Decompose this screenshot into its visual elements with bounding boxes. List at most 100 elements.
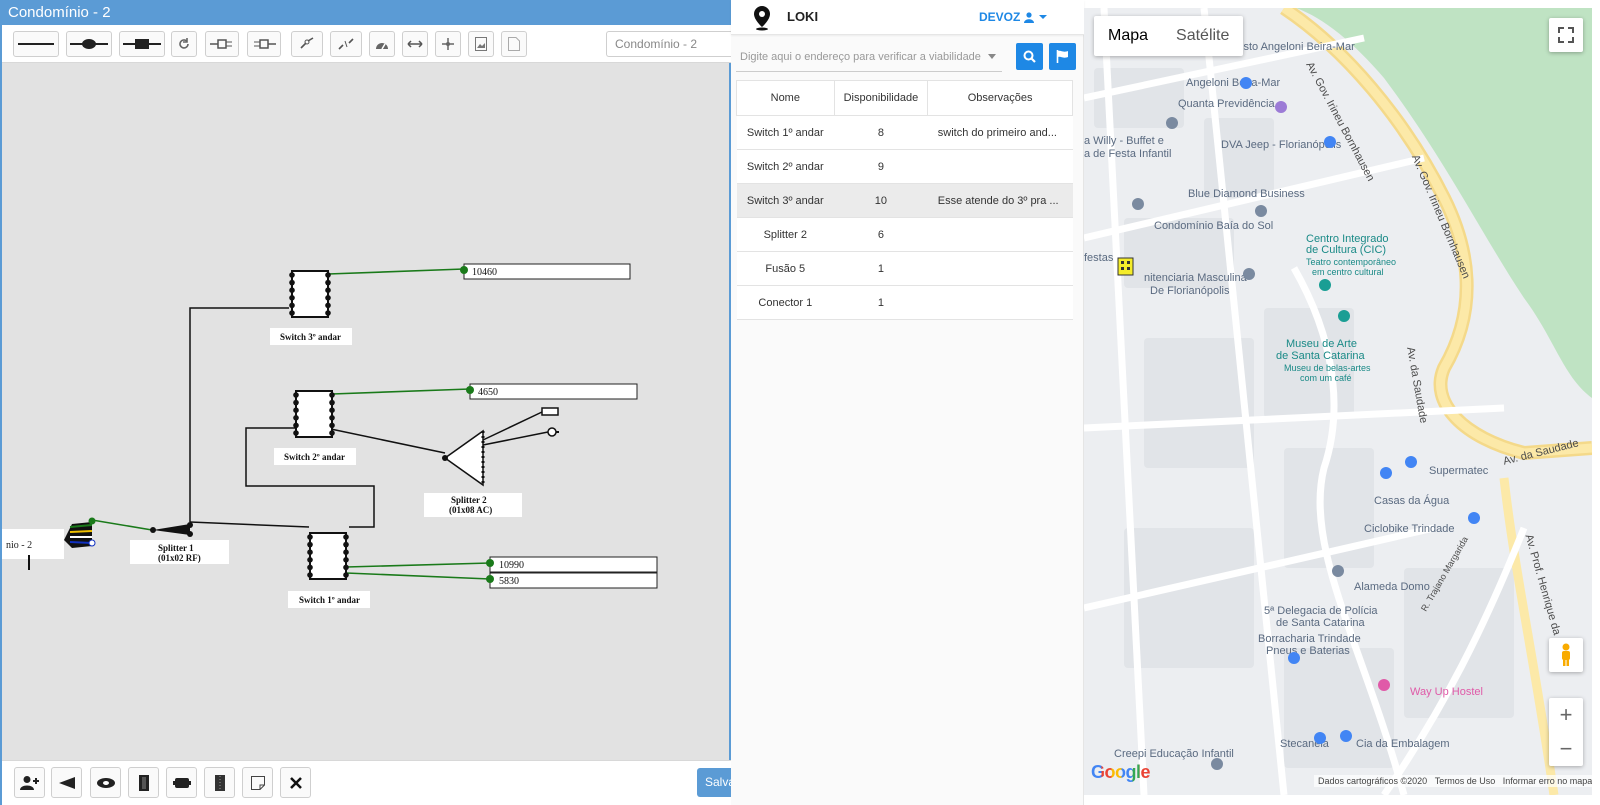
cell-disponibilidade: 8 [834,115,928,150]
table-row[interactable]: Fusão 5 1 [736,251,1073,286]
place-pin-icon[interactable] [1166,117,1178,129]
table-row[interactable]: Switch 1º andar 8 switch do primeiro and… [736,115,1073,150]
place-pin-icon[interactable] [1288,652,1300,664]
user-menu[interactable]: DEVOZ [979,10,1048,24]
search-button[interactable] [1016,43,1043,70]
place-pin-icon[interactable] [1319,279,1331,291]
project-select[interactable]: Condomínio - 2 [606,31,731,57]
rotate-icon [179,38,189,49]
image-button[interactable] [468,31,494,57]
fullscreen-button[interactable] [1549,18,1583,52]
note-icon [250,775,265,790]
column-header-observacoes[interactable]: Observações [927,80,1073,116]
pegman-icon [1562,643,1570,666]
place-pin-icon[interactable] [1468,512,1480,524]
port-box-10460[interactable]: 10460 [460,263,631,280]
zoom-out-button[interactable]: − [1549,732,1583,766]
place-pin-icon[interactable] [1314,732,1326,744]
add-user-button[interactable] [14,767,45,798]
flag-button[interactable] [1049,43,1076,70]
user-name: DEVOZ [979,10,1021,24]
cable-fanout[interactable] [64,517,96,549]
add-splitter-button[interactable] [51,767,82,798]
cell-nome: Fusão 5 [736,251,835,286]
splice-tool-button[interactable] [66,31,112,57]
splitter-1-label: Splitter 1 [158,543,194,553]
switch-3-node[interactable] [289,270,331,318]
pdf-button[interactable] [501,31,527,57]
google-logo: Google [1091,762,1151,783]
table-row[interactable]: Conector 1 1 [736,285,1073,320]
delete-button[interactable] [280,767,311,798]
move-button[interactable] [435,31,461,57]
loki-panel: LOKI DEVOZ Digite aqui o endereço para v… [731,0,1084,805]
column-header-nome[interactable]: Nome [736,80,835,116]
cell-observacoes [927,251,1073,286]
place-pin-icon[interactable] [1255,205,1267,217]
place-pin-icon[interactable] [1405,456,1417,468]
port-box-4650[interactable]: 4650 [466,383,638,400]
column-header-disponibilidade[interactable]: Disponibilidade [833,80,929,116]
resize-horizontal-button[interactable] [402,31,428,57]
splitter-1[interactable] [150,522,193,537]
equipment-table: Nome Disponibilidade Observações Switch … [736,80,1073,320]
building-marker-icon[interactable] [1117,257,1134,276]
table-row-selected[interactable]: Switch 3º andar 10 Esse atende do 3º pra… [736,183,1073,218]
cell-disponibilidade: 9 [834,149,928,184]
port-label: 4650 [478,387,498,398]
connector-tool-icon [123,39,161,49]
cell-observacoes: Esse atende do 3º pra ... [927,183,1073,218]
add-note-button[interactable] [242,767,273,798]
port-box-10990[interactable]: 10990 [486,556,658,573]
report-error-link[interactable]: Informar erro no mapa [1503,776,1592,786]
table-row[interactable]: Splitter 2 6 [736,217,1073,252]
save-button[interactable]: Salvar [697,768,733,797]
diagram-canvas[interactable]: nio - 2 Splitter 1 (01x02 RF) Switch 3º … [2,63,731,760]
link-button[interactable] [291,31,323,57]
tab-map[interactable]: Mapa [1094,16,1162,56]
address-input[interactable]: Digite aqui o endereço para verificar a … [736,42,1002,72]
editor-toolbar: Condomínio - 2 [2,25,731,63]
place-pin-icon[interactable] [1380,467,1392,479]
add-box-button[interactable] [166,767,197,798]
place-pin-icon[interactable] [1332,565,1344,577]
place-pin-icon[interactable] [1240,77,1252,89]
add-switch-button[interactable] [128,767,159,798]
plug-alt-button[interactable] [247,31,281,57]
address-dropdown-caret-icon[interactable] [988,54,996,59]
port-label: 10990 [499,560,524,571]
zoom-in-button[interactable]: + [1549,698,1583,732]
map-view[interactable]: Posto Angeloni Beira-Mar Angeloni Beira-… [1084,8,1592,795]
place-pin-icon[interactable] [1211,758,1223,770]
switch-1-node[interactable] [307,532,349,580]
place-pin-icon[interactable] [1243,268,1255,280]
place-pin-icon[interactable] [1338,310,1350,322]
map-data-credit: Dados cartográficos ©2020 [1318,776,1428,786]
cell-nome: Conector 1 [736,285,835,320]
plug-icon [210,39,232,49]
place-pin-icon[interactable] [1275,101,1287,113]
gauge-button[interactable] [369,31,395,57]
splitter-2[interactable] [442,407,559,487]
port-box-5830[interactable]: 5830 [486,572,658,589]
line-tool-button[interactable] [13,31,59,57]
place-pin-icon[interactable] [1378,679,1390,691]
editor-bottom-toolbar: Salvar [2,760,733,805]
plug-button[interactable] [205,31,239,57]
place-pin-icon[interactable] [1324,136,1336,148]
connector-tool-button[interactable] [119,31,165,57]
resize-horizontal-icon [407,40,423,48]
add-fusion-button[interactable] [90,767,121,798]
add-panel-button[interactable] [204,767,235,798]
street-view-button[interactable] [1549,638,1583,672]
place-pin-icon[interactable] [1340,730,1352,742]
place-pin-icon[interactable] [1132,198,1144,210]
table-row[interactable]: Switch 2º andar 9 [736,149,1073,184]
cell-disponibilidade: 1 [834,251,928,286]
tab-satellite[interactable]: Satélite [1162,16,1243,56]
rotate-button[interactable] [171,31,197,57]
cell-nome: Switch 3º andar [736,183,835,218]
unlink-button[interactable] [330,31,362,57]
switch-2-node[interactable] [293,390,335,438]
terms-link[interactable]: Termos de Uso [1435,776,1496,786]
